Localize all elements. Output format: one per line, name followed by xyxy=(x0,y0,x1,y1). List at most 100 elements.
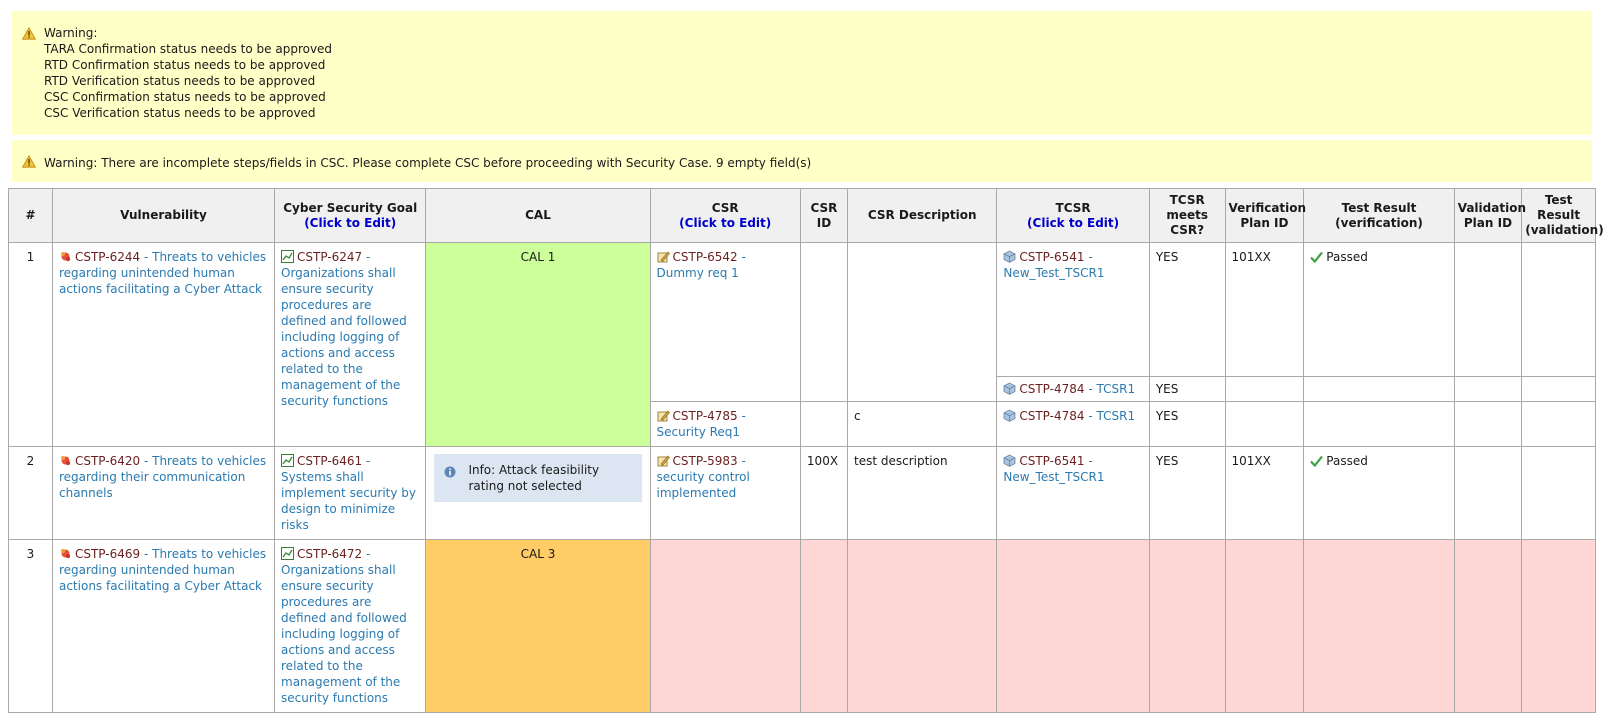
test-result-validation-cell xyxy=(1521,446,1596,540)
tcsr-edit-link[interactable]: (Click to Edit) xyxy=(1000,216,1145,231)
vulnerability-cell[interactable]: CSTP-6244 - Threats to vehicles regardin… xyxy=(51,242,276,447)
tcsr-cell[interactable]: CSTP-4784 - TCSR1 xyxy=(996,376,1150,402)
warning-title: Warning: xyxy=(44,26,98,40)
csr-cell[interactable]: CSTP-5983 - security control implemented xyxy=(649,446,801,540)
warning-line: CSC Verification status needs to be appr… xyxy=(44,106,316,120)
vulnerability-cell[interactable]: CSTP-6469 - Threats to vehicles regardin… xyxy=(51,539,276,713)
csr-description-cell xyxy=(846,242,998,402)
cal-cell: CAL 3 xyxy=(425,539,651,713)
warning-panel-incomplete: Warning: There are incomplete steps/fiel… xyxy=(12,140,1592,182)
warning-line: TARA Confirmation status needs to be app… xyxy=(44,42,333,56)
table-row: 1 CSTP-6244 - Threats to vehicles regard… xyxy=(8,242,1596,447)
tcsr-cell-empty[interactable] xyxy=(996,539,1150,713)
test-result-validation-cell xyxy=(1521,376,1596,402)
tcsr-meets-cell: YES xyxy=(1148,376,1226,402)
goal-chart-icon xyxy=(281,547,295,560)
csr-cell[interactable]: CSTP-6542 - Dummy req 1 xyxy=(649,242,801,402)
goal-cell[interactable]: CSTP-6461 - Systems shall implement secu… xyxy=(274,446,427,540)
csr-cell[interactable]: CSTP-4785 - Security Req1 xyxy=(649,401,801,447)
tcsr-id[interactable]: CSTP-4784 xyxy=(1019,409,1084,423)
technical-requirement-cube-icon xyxy=(1004,454,1016,467)
tcsr-cell[interactable]: CSTP-4784 - TCSR1 xyxy=(996,401,1150,447)
warning-line: RTD Confirmation status needs to be appr… xyxy=(44,58,326,72)
header-csr-label: CSR xyxy=(711,200,739,215)
validation-plan-cell xyxy=(1453,446,1523,540)
test-result-validation-cell xyxy=(1521,242,1596,377)
csr-id-cell xyxy=(799,401,848,447)
technical-requirement-cube-icon xyxy=(1004,409,1016,422)
header-vulnerability: Vulnerability xyxy=(51,188,276,243)
technical-requirement-cube-icon xyxy=(1004,250,1016,263)
tcsr-id[interactable]: CSTP-6541 xyxy=(1019,454,1084,468)
csr-id[interactable]: CSTP-4785 xyxy=(673,409,738,423)
vulnerability-id[interactable]: CSTP-6420 xyxy=(75,454,140,468)
table-row: 2 CSTP-6420 - Threats to vehicles regard… xyxy=(8,446,1596,540)
vulnerability-icon xyxy=(60,549,71,559)
warning-icon xyxy=(22,155,36,168)
header-csr[interactable]: CSR (Click to Edit) xyxy=(649,188,801,243)
header-tcsr-label: TCSR xyxy=(1055,200,1091,215)
security-case-table: # Vulnerability Cyber Security Goal (Cli… xyxy=(8,188,1604,713)
goal-id[interactable]: CSTP-6472 xyxy=(297,547,362,561)
header-goal-label: Cyber Security Goal xyxy=(283,200,418,215)
csr-id[interactable]: CSTP-5983 xyxy=(673,454,738,468)
vulnerability-cell[interactable]: CSTP-6420 - Threats to vehicles regardin… xyxy=(51,446,276,540)
goal-link[interactable]: - Organizations shall ensure security pr… xyxy=(281,547,407,705)
goal-chart-icon xyxy=(281,454,295,467)
tcsr-meets-cell: YES xyxy=(1148,242,1226,377)
test-result-validation-cell xyxy=(1521,401,1596,447)
csr-edit-link[interactable]: (Click to Edit) xyxy=(654,216,797,231)
goal-id[interactable]: CSTP-6461 xyxy=(297,454,362,468)
csr-id-cell xyxy=(799,242,848,402)
checkmark-icon xyxy=(1310,251,1324,263)
header-csr-description: CSR Description xyxy=(846,188,998,243)
vulnerability-id[interactable]: CSTP-6244 xyxy=(75,250,140,264)
table-header-row: # Vulnerability Cyber Security Goal (Cli… xyxy=(8,188,1604,243)
row-number: 1 xyxy=(8,242,53,447)
vulnerability-icon xyxy=(60,456,71,466)
goal-chart-icon xyxy=(281,250,295,263)
test-result-text: Passed xyxy=(1326,250,1368,264)
cal-cell: CAL 1 xyxy=(425,242,651,447)
tcsr-cell[interactable]: CSTP-6541 - New_Test_TSCR1 xyxy=(996,242,1150,377)
csr-cell-empty[interactable] xyxy=(649,539,801,713)
header-tcsr[interactable]: TCSR (Click to Edit) xyxy=(996,188,1150,243)
csr-id[interactable]: CSTP-6542 xyxy=(673,250,738,264)
warning-text: Warning: There are incomplete steps/fiel… xyxy=(44,156,812,170)
info-message: Info: Attack feasibility rating not sele… xyxy=(434,454,642,502)
tcsr-id[interactable]: CSTP-4784 xyxy=(1019,382,1084,396)
header-num: # xyxy=(8,188,53,243)
goal-cell[interactable]: CSTP-6247 - Organizations shall ensure s… xyxy=(274,242,427,447)
warning-panel-approvals: Warning: TARA Confirmation status needs … xyxy=(12,11,1592,135)
info-icon xyxy=(444,466,456,478)
csr-description-cell: c xyxy=(846,401,998,447)
header-cyber-security-goal[interactable]: Cyber Security Goal (Click to Edit) xyxy=(274,188,427,243)
test-result-verification-cell xyxy=(1303,376,1455,402)
test-result-validation-cell-empty xyxy=(1521,539,1596,713)
tcsr-cell[interactable]: CSTP-6541 - New_Test_TSCR1 xyxy=(996,446,1150,540)
technical-requirement-cube-icon xyxy=(1004,382,1016,395)
tcsr-link[interactable]: - TCSR1 xyxy=(1085,409,1135,423)
info-text: Info: Attack feasibility rating not sele… xyxy=(468,463,600,493)
tcsr-link[interactable]: - TCSR1 xyxy=(1085,382,1135,396)
table-row: 3 CSTP-6469 - Threats to vehicles regard… xyxy=(8,539,1596,713)
goal-id[interactable]: CSTP-6247 xyxy=(297,250,362,264)
goal-cell[interactable]: CSTP-6472 - Organizations shall ensure s… xyxy=(274,539,427,713)
warning-icon xyxy=(22,27,36,40)
header-csr-id: CSR ID xyxy=(799,188,848,243)
csr-id-cell: 100X xyxy=(799,446,848,540)
cal-cell: Info: Attack feasibility rating not sele… xyxy=(425,446,651,540)
goal-link[interactable]: - Organizations shall ensure security pr… xyxy=(281,250,407,408)
tcsr-id[interactable]: CSTP-6541 xyxy=(1019,250,1084,264)
row-number: 3 xyxy=(8,539,53,713)
test-result-verification-cell-empty xyxy=(1303,539,1455,713)
row-number: 2 xyxy=(8,446,53,540)
header-verification-plan-id: Verification Plan ID xyxy=(1224,188,1306,243)
requirement-icon xyxy=(657,251,670,263)
csr-id-cell-empty xyxy=(799,539,848,713)
goal-edit-link[interactable]: (Click to Edit) xyxy=(278,216,422,231)
header-cal: CAL xyxy=(425,188,651,243)
tcsr-meets-cell-empty xyxy=(1148,539,1226,713)
test-result-verification-cell xyxy=(1303,401,1455,447)
vulnerability-id[interactable]: CSTP-6469 xyxy=(75,547,140,561)
